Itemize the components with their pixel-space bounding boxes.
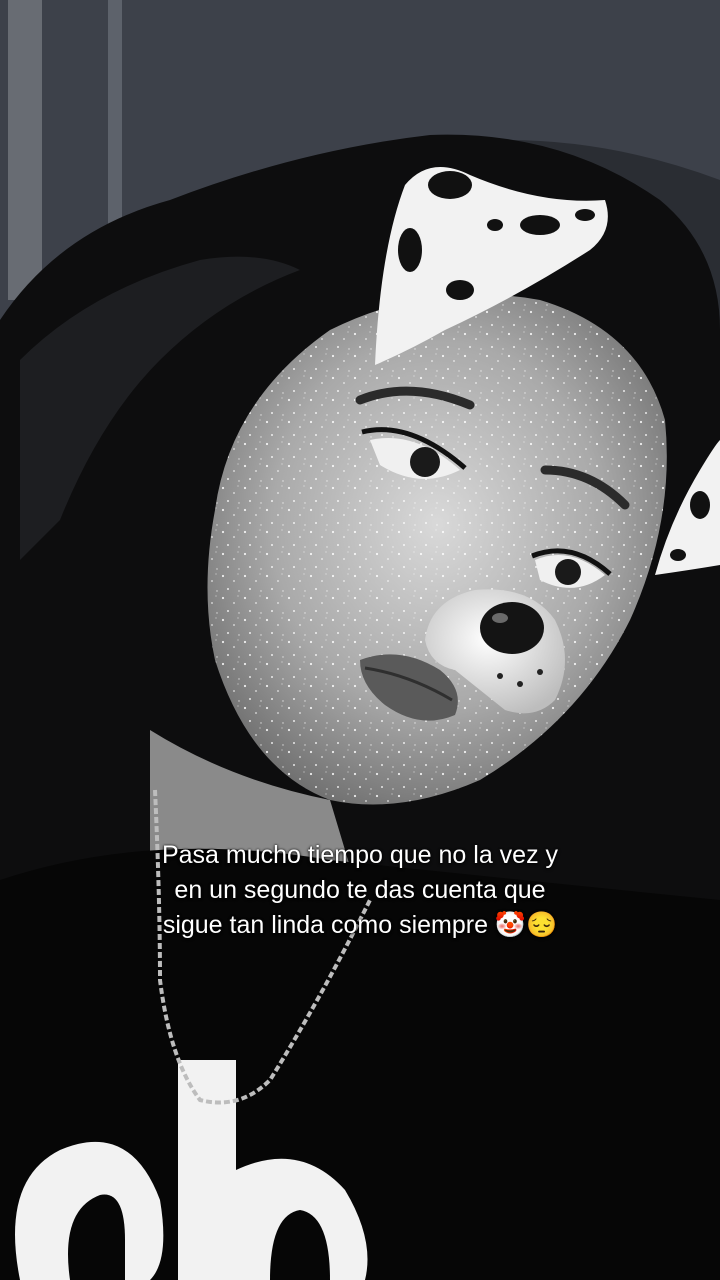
photo-frame: Pasa mucho tiempo que no la vez y en un … — [0, 0, 720, 1280]
video-caption: Pasa mucho tiempo que no la vez y en un … — [60, 838, 660, 943]
caption-line-3: sigue tan linda como siempre 🤡😔 — [162, 911, 558, 939]
curtain-strip — [8, 0, 42, 300]
selfie-photo — [0, 0, 720, 1280]
caption-line-2: en un segundo te das cuenta que — [174, 876, 546, 904]
caption-line-1: Pasa mucho tiempo que no la vez y — [161, 841, 559, 869]
